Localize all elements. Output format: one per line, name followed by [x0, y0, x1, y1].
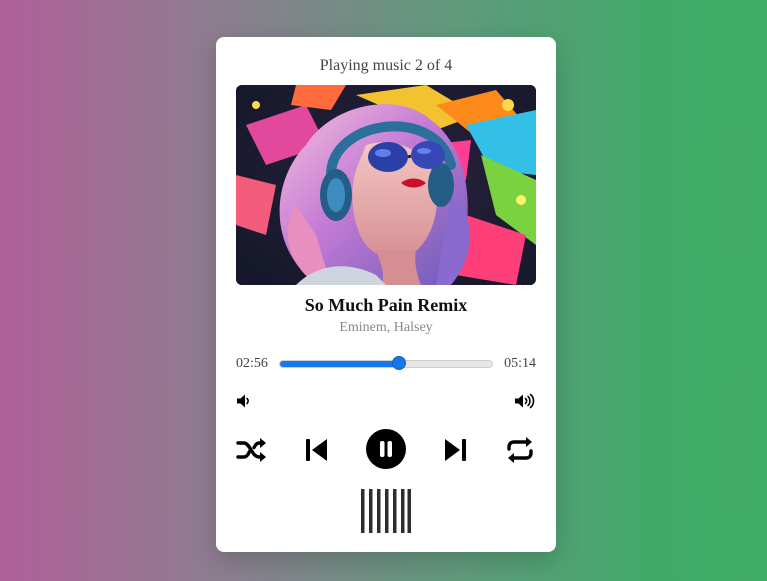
current-time: 02:56 [236, 356, 268, 371]
pause-icon [380, 441, 392, 457]
repeat-icon[interactable] [504, 434, 536, 466]
progress-fill [280, 361, 399, 367]
song-title: So Much Pain Remix [304, 295, 468, 315]
album-cover-art [236, 85, 536, 285]
volume-high-icon[interactable] [514, 393, 536, 409]
equalizer-bars-icon [360, 489, 412, 533]
volume-low-icon[interactable] [236, 393, 252, 409]
song-artist: Eminem, Halsey [339, 320, 433, 335]
skip-previous-icon[interactable] [305, 434, 329, 466]
total-time: 05:14 [504, 356, 536, 371]
skip-next-icon[interactable] [443, 434, 467, 466]
progress-slider[interactable] [279, 356, 493, 370]
play-pause-button[interactable] [366, 429, 406, 469]
music-player-card: Playing music 2 of 4 So Much Pain Remix … [216, 37, 556, 552]
shuffle-icon[interactable] [236, 434, 268, 466]
progress-thumb[interactable] [391, 356, 406, 370]
playlist-status: Playing music 2 of 4 [319, 57, 453, 74]
